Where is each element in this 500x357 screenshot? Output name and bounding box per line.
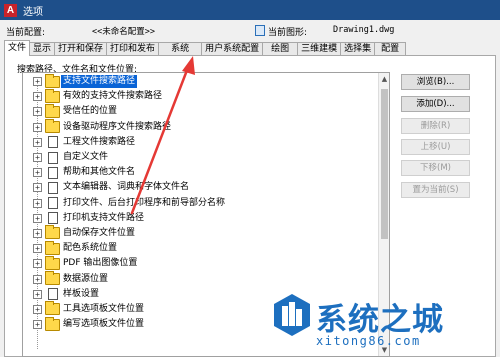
expand-icon[interactable]: + [33,289,42,299]
folder-icon [45,255,60,270]
tab-display[interactable]: 显示 [29,42,56,56]
tree-item[interactable]: + 有效的支持文件搜索路径 [23,88,389,104]
expand-icon[interactable]: + [33,304,42,314]
tree-item[interactable]: + 帮助和其他文件名 [23,165,389,180]
add-button[interactable]: 添加(D)... [401,96,470,112]
expand-icon[interactable]: + [33,122,42,132]
watermark: 系统之城 xitong86.com [272,290,498,357]
tree-item-label: 帮助和其他文件名 [63,167,136,178]
tab-files[interactable]: 文件 [4,40,31,56]
tab-system[interactable]: 系统 [158,42,203,56]
document-icon [48,181,58,194]
tree-item-label: PDF 输出图像位置 [63,258,138,269]
document-icon [48,151,58,164]
tree-item-label: 受信任的位置 [63,106,118,117]
tree-item-label: 支持文件搜索路径 [61,75,138,89]
expand-icon[interactable]: + [33,213,42,223]
folder-icon [45,225,60,240]
tree-item-label: 设备驱动程序文件搜索路径 [63,121,172,132]
document-icon [48,197,58,210]
tree-item[interactable]: + 文本编辑器、词典和字体文件名 [23,180,389,195]
current-config-label: 当前配置: [6,28,46,38]
tree-item[interactable]: + 数据源位置 [23,271,389,286]
scroll-thumb[interactable] [381,89,388,239]
autocad-app-icon: A [4,3,17,17]
folder-icon [45,88,60,103]
tree-item[interactable]: + 支持文件搜索路径 [23,73,389,89]
tab-selection[interactable]: 选择集 [340,42,376,56]
current-drawing-label: 当前图形: [268,28,308,38]
folder-icon [45,119,60,134]
tree-item-label: 工具选项板文件位置 [63,303,145,314]
document-icon [48,166,58,179]
tab-open-save[interactable]: 打开和保存 [54,42,108,56]
tree-item-label: 有效的支持文件搜索路径 [63,91,163,102]
tree-item[interactable]: + 打印机支持文件路径 [23,211,389,226]
current-config-value: <<未命名配置>> [92,27,155,37]
expand-icon[interactable]: + [33,320,42,330]
window-title: 选项 [23,6,43,18]
watermark-url: xitong86.com [316,334,421,348]
document-icon [48,212,58,225]
remove-button[interactable]: 删除(R) [401,118,470,134]
tree-item-label: 自动保存文件位置 [63,227,136,238]
expand-icon[interactable]: + [33,183,42,193]
tree-item[interactable]: + PDF 输出图像位置 [23,255,389,271]
tree-item[interactable]: + 设备驱动程序文件搜索路径 [23,119,389,135]
tree-item-label: 工程文件搜索路径 [63,136,136,147]
document-icon [48,288,58,301]
expand-icon[interactable]: + [33,168,42,178]
expand-icon[interactable]: + [33,153,42,163]
expand-icon[interactable]: + [33,274,42,284]
scroll-up-icon[interactable]: ▲ [379,74,390,84]
tree-item[interactable]: + 自动保存文件位置 [23,225,389,241]
tab-plot-publish[interactable]: 打印和发布 [106,42,160,56]
expand-icon[interactable]: + [33,198,42,208]
expand-icon[interactable]: + [33,244,42,254]
tree-item-label: 自定义文件 [63,152,109,163]
watermark-logo-icon [274,294,310,336]
expand-icon[interactable]: + [33,77,42,87]
tree-item[interactable]: + 打印文件、后台打印程序和前导部分名称 [23,196,389,211]
tree-item[interactable]: + 配色系统位置 [23,240,389,256]
move-down-button[interactable]: 下移(M) [401,160,470,176]
tab-3d-modeling[interactable]: 三维建模 [297,42,342,56]
document-icon [48,136,58,149]
expand-icon[interactable]: + [33,259,42,269]
tab-user-preferences[interactable]: 用户系统配置 [201,42,264,56]
tree-item[interactable]: + 自定义文件 [23,150,389,165]
tree-item-label: 样板设置 [63,288,100,299]
expand-icon[interactable]: + [33,107,42,117]
profile-row: 当前配置: <<未命名配置>> 当前图形: Drawing1.dwg [0,24,500,38]
tree-item-label: 打印机支持文件路径 [63,212,145,223]
title-bar: A 选项 [0,0,500,20]
folder-icon [45,316,60,331]
expand-icon[interactable]: + [33,137,42,147]
move-up-button[interactable]: 上移(U) [401,139,470,155]
tree-item-label: 文本编辑器、词典和字体文件名 [63,182,190,193]
set-current-button[interactable]: 置为当前(S) [401,182,470,198]
tab-profiles[interactable]: 配置 [374,42,407,56]
tree-item-label: 配色系统位置 [63,243,118,254]
tree-item[interactable]: + 工程文件搜索路径 [23,135,389,150]
expand-icon[interactable]: + [33,228,42,238]
current-drawing-value: Drawing1.dwg [333,25,395,35]
folder-icon [45,240,60,255]
tree-item-label: 数据源位置 [63,273,109,284]
tree-item[interactable]: + 受信任的位置 [23,103,389,119]
tab-strip: 文件 显示 打开和保存 打印和发布 系统 用户系统配置 绘图 三维建模 选择集 … [4,40,407,56]
folder-icon [45,73,60,88]
expand-icon[interactable]: + [33,92,42,102]
drawing-file-icon [255,25,265,36]
browse-button[interactable]: 浏览(B)... [401,74,470,90]
tab-drafting[interactable]: 绘图 [262,42,299,56]
folder-icon [45,301,60,316]
watermark-text: 系统之城 [316,302,444,338]
tree-item-label: 编写选项板文件位置 [63,319,145,330]
tree-item-label: 打印文件、后台打印程序和前导部分名称 [63,197,226,208]
folder-icon [45,103,60,118]
folder-icon [45,271,60,286]
